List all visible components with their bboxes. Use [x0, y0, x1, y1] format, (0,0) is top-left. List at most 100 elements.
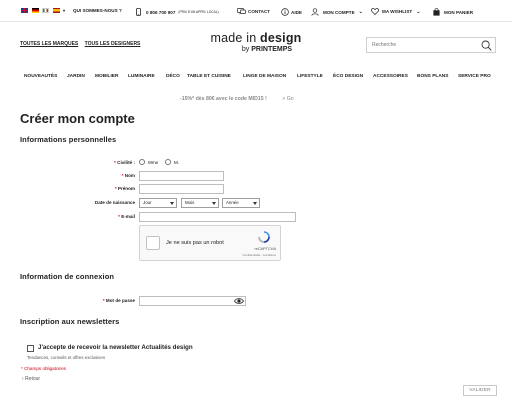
- promo-next: Go: [286, 96, 294, 102]
- firstname-label-text: Prénom: [117, 186, 135, 191]
- divider: [0, 21, 512, 22]
- nav-item-bons-plans[interactable]: BONS PLANS: [417, 74, 448, 79]
- logo-text-c: by: [241, 46, 252, 53]
- nav-item-deco[interactable]: DÉCO: [166, 74, 180, 79]
- required-star: *: [118, 214, 120, 219]
- chevron-down-icon: ▾: [63, 8, 66, 13]
- password-label: * Mot de passe: [60, 298, 135, 303]
- chevron-down-icon: [212, 202, 216, 205]
- recaptcha-text: Je ne suis pas un robot: [166, 240, 224, 246]
- nav-item-luminaire[interactable]: LUMINAIRE: [128, 74, 155, 79]
- italy-flag-icon[interactable]: [42, 8, 49, 13]
- civility-m-radio[interactable]: [165, 159, 171, 165]
- account-label: MON COMPTE: [323, 9, 355, 15]
- top-bar: ▾ QUI SOMMES-NOUS ? 0 806 700 907 (PRIX …: [0, 6, 512, 18]
- section-newsletter-title: Inscription aux newsletters: [20, 317, 120, 326]
- section-login-title: Information de connexion: [20, 272, 115, 281]
- site-logo[interactable]: made in design by PRINTEMPS: [208, 32, 304, 54]
- cart-link[interactable]: MON PANIER: [433, 8, 473, 16]
- germany-flag-icon[interactable]: [31, 8, 39, 13]
- about-link[interactable]: QUI SOMMES-NOUS ?: [73, 8, 122, 13]
- nav-item-table-cuisine[interactable]: TABLE ET CUISINE: [187, 74, 231, 79]
- recaptcha-checkbox[interactable]: [146, 236, 160, 250]
- password-field[interactable]: [139, 296, 246, 306]
- phone-note: (PRIX D'UN APPEL LOCAL): [178, 10, 219, 14]
- newsletter-description: Tendances, conseils et offres exclusives: [27, 355, 106, 360]
- required-star: *: [114, 160, 116, 165]
- recaptcha-brand: reCAPTCHA: [254, 247, 276, 251]
- password-label-text: Mot de passe: [105, 298, 135, 303]
- civility-m-label: M.: [174, 160, 180, 165]
- newsletter-checkbox[interactable]: [27, 345, 34, 352]
- help-label: AIDE: [291, 9, 302, 15]
- back-link[interactable]: ‹ Retour: [22, 376, 40, 382]
- chevron-down-icon: ⌄: [416, 8, 421, 15]
- submit-button[interactable]: VALIDER: [463, 385, 497, 396]
- lastname-label-text: Nom: [124, 173, 135, 178]
- newsletter-checkbox-label: J'accepte de recevoir la newsletter Actu…: [38, 344, 193, 351]
- day-select-value: Jour: [143, 200, 152, 205]
- section-personal-title: Informations personnelles: [20, 135, 117, 144]
- info-icon: [281, 8, 289, 16]
- contact-link[interactable]: CONTACT: [237, 8, 270, 15]
- recaptcha-widget: Je ne suis pas un robot reCAPTCHA Confid…: [139, 225, 281, 261]
- month-select[interactable]: Mois: [181, 198, 219, 208]
- year-select-value: Année: [226, 200, 239, 205]
- civility-label-text: Civilité :: [117, 160, 135, 165]
- year-select[interactable]: Année: [222, 198, 260, 208]
- nav-item-service-pro[interactable]: SERVICE PRO: [458, 74, 491, 79]
- required-fields-note: * Champs obligatoires: [21, 366, 66, 371]
- chat-icon: [237, 8, 246, 15]
- promo-banner[interactable]: -15%* dès 80€ avec le code MID15 ! > Go: [180, 96, 294, 102]
- month-select-value: Mois: [185, 200, 195, 205]
- help-link[interactable]: AIDE: [281, 8, 302, 16]
- user-icon: [311, 8, 319, 16]
- all-brands-link[interactable]: TOUTES LES MARQUES: [20, 41, 78, 47]
- wishlist-link[interactable]: MA WISHLIST ⌄: [371, 8, 420, 15]
- recaptcha-logo-icon: [258, 231, 270, 243]
- day-select[interactable]: Jour: [139, 198, 177, 208]
- civility-mme-radio[interactable]: [139, 159, 145, 165]
- eye-icon[interactable]: [234, 297, 244, 305]
- nav-item-nouveautes[interactable]: NOUVEAUTÉS: [24, 74, 57, 79]
- wishlist-label: MA WISHLIST: [382, 9, 413, 14]
- search-icon[interactable]: [481, 40, 492, 51]
- promo-separator: >: [282, 96, 286, 102]
- chevron-down-icon: [253, 202, 257, 205]
- email-field[interactable]: [139, 212, 296, 222]
- lastname-label: * Nom: [60, 173, 135, 178]
- required-star: *: [121, 173, 124, 178]
- all-designers-link[interactable]: TOUS LES DESIGNERS: [85, 41, 141, 47]
- uk-flag-icon[interactable]: [21, 8, 28, 13]
- required-star: *: [102, 298, 105, 303]
- nav-item-lifestyle[interactable]: LIFESTYLE: [297, 74, 323, 79]
- logo-text-a: made in: [210, 31, 261, 45]
- page-title: Créer mon compte: [20, 111, 135, 126]
- email-label: * E-mail: [60, 214, 135, 219]
- recaptcha-links[interactable]: Confidentialité - Conditions: [243, 253, 276, 257]
- account-link[interactable]: MON COMPTE ⌄: [311, 8, 363, 16]
- civility-mme-label: Mme: [148, 160, 159, 165]
- cart-label: MON PANIER: [444, 9, 474, 15]
- about-label: QUI SOMMES-NOUS ?: [73, 8, 122, 13]
- nav-item-eco-design[interactable]: ÉCO DESIGN: [333, 74, 363, 79]
- email-label-text: E-mail: [121, 214, 135, 219]
- search-input[interactable]: [367, 38, 472, 51]
- logo-text-d: PRINTEMPS: [251, 46, 293, 53]
- heart-icon: [371, 8, 379, 15]
- logo-text-b: design: [260, 31, 302, 45]
- firstname-field[interactable]: [139, 184, 224, 194]
- nav-item-jardin[interactable]: JARDIN: [67, 74, 85, 79]
- nav-item-linge-maison[interactable]: LINGE DE MAISON: [243, 74, 286, 79]
- chevron-down-icon: ⌄: [358, 9, 363, 15]
- spain-flag-icon[interactable]: [52, 8, 60, 13]
- nav-item-mobilier[interactable]: MOBILIER: [95, 74, 118, 79]
- phone-number: 0 806 700 907: [146, 9, 176, 15]
- shopping-bag-icon: [433, 8, 440, 16]
- nav-item-accessoires[interactable]: ACCESSOIRES: [373, 74, 408, 79]
- lastname-field[interactable]: [139, 171, 224, 181]
- chevron-down-icon: [170, 202, 174, 205]
- header-links: TOUTES LES MARQUES TOUS LES DESIGNERS: [20, 41, 145, 47]
- language-selector[interactable]: ▾: [21, 8, 65, 13]
- phone-info: 0 806 700 907 (PRIX D'UN APPEL LOCAL): [136, 8, 219, 16]
